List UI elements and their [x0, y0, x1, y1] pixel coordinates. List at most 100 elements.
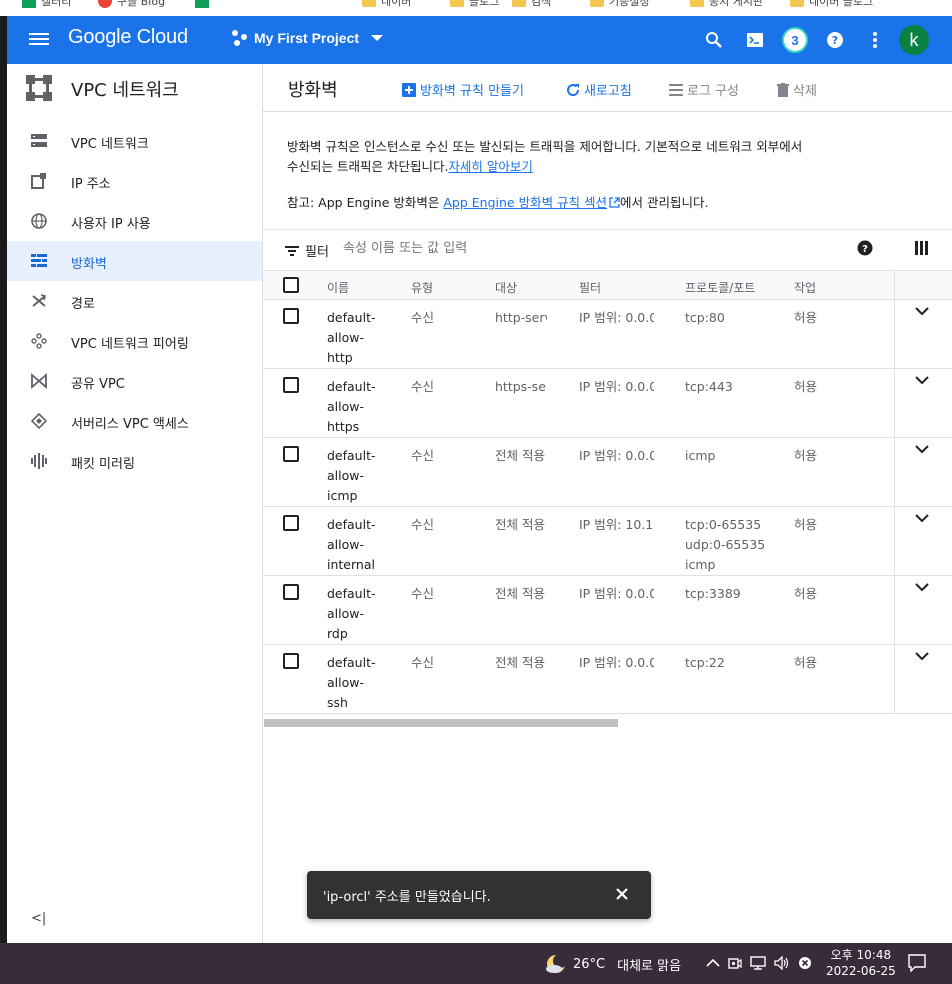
rule-filter: IP 범위: 0.0.0 — [579, 448, 654, 463]
table-row[interactable]: default-allow-internal 수신 전체 적용 IP 범위: 1… — [263, 507, 952, 576]
menu-icon[interactable] — [29, 30, 49, 50]
avatar[interactable]: k — [899, 25, 929, 55]
network-icon[interactable] — [750, 956, 766, 970]
bookmark-item[interactable]: 갤러리 — [22, 0, 71, 8]
volume-icon[interactable] — [774, 956, 790, 970]
sidebar-item-vpc-network[interactable]: VPC 네트워크 — [7, 121, 262, 161]
scrollbar-thumb[interactable] — [264, 719, 618, 727]
chevron-down-icon[interactable] — [915, 306, 929, 316]
filter-bar: 필터 ? — [263, 229, 952, 269]
delete-button[interactable]: 삭제 — [777, 80, 817, 99]
chevron-down-icon[interactable] — [915, 651, 929, 661]
collapse-sidebar-button[interactable]: <| — [31, 911, 46, 926]
column-divider — [894, 300, 895, 368]
bookmark-item[interactable] — [195, 0, 214, 8]
horizontal-scrollbar[interactable] — [263, 718, 952, 728]
row-checkbox[interactable] — [283, 377, 299, 393]
filter-button[interactable]: 필터 — [285, 241, 329, 260]
rule-name[interactable]: default-allow-https — [327, 377, 407, 437]
project-selector[interactable]: My First Project — [232, 30, 384, 46]
column-header-protocol-ports[interactable]: 프로토콜/포트 — [685, 279, 755, 296]
bookmark-icon — [98, 0, 112, 8]
app-engine-firewall-link[interactable]: App Engine 방화벽 규칙 섹션 — [443, 195, 607, 210]
create-firewall-rule-button[interactable]: 방화벽 규칙 만들기 — [402, 80, 524, 99]
notifications-badge[interactable]: 3 — [782, 27, 808, 53]
bookmark-item[interactable]: 공지 게시판 — [690, 0, 763, 8]
sidebar-item-peering[interactable]: VPC 네트워크 피어링 — [7, 321, 262, 361]
table-row[interactable]: default-allow-icmp 수신 전체 적용 IP 범위: 0.0.0… — [263, 438, 952, 507]
rule-ports: icmp — [685, 448, 716, 463]
select-all-checkbox[interactable] — [283, 277, 299, 293]
sidebar-item-packet-mirroring[interactable]: 패킷 미러링 — [7, 441, 262, 481]
rule-name[interactable]: default-allow-rdp — [327, 584, 407, 644]
sidebar-header: VPC 네트워크 — [7, 64, 262, 112]
row-checkbox[interactable] — [283, 584, 299, 600]
row-checkbox[interactable] — [283, 653, 299, 669]
sidebar: VPC 네트워크 VPC 네트워크 IP 주소 사용자 IP 사용 방화벽 경로… — [7, 64, 263, 943]
sidebar-item-ip-address[interactable]: IP 주소 — [7, 161, 262, 201]
column-header-name[interactable]: 이름 — [327, 279, 349, 296]
weather-condition: 대체로 맑음 — [617, 958, 682, 974]
sidebar-item-shared-vpc[interactable]: 공유 VPC — [7, 361, 262, 401]
rule-target: 전체 적용 — [495, 655, 545, 670]
chevron-down-icon[interactable] — [915, 444, 929, 454]
bookmark-item[interactable]: 기능설정 — [590, 0, 649, 8]
sidebar-item-firewall[interactable]: 방화벽 — [7, 241, 262, 281]
sidebar-item-label: 방화벽 — [71, 257, 107, 272]
rule-name[interactable]: default-allow-ssh — [327, 653, 407, 713]
close-icon[interactable] — [613, 885, 631, 903]
table-row[interactable]: default-allow-http 수신 http-serv IP 범위: 0… — [263, 300, 952, 369]
column-display-icon[interactable] — [915, 241, 929, 255]
ime-icon[interactable] — [798, 956, 812, 970]
svg-text:?: ? — [862, 244, 868, 255]
weather-widget[interactable]: 26°C 대체로 맑음 — [545, 953, 681, 975]
google-cloud-logo[interactable]: Google Cloud — [68, 26, 188, 49]
sidebar-item-routes[interactable]: 경로 — [7, 281, 262, 321]
search-icon[interactable] — [702, 28, 726, 52]
toast-message: 'ip-orcl' 주소를 만들었습니다. — [323, 890, 491, 905]
bookmark-item[interactable]: 네이버 — [362, 0, 411, 8]
more-vert-icon[interactable] — [863, 28, 887, 52]
configure-logs-button[interactable]: 로그 구성 — [669, 80, 739, 99]
rule-filter: IP 범위: 10.1 — [579, 517, 654, 532]
column-header-type[interactable]: 유형 — [411, 279, 433, 296]
row-checkbox[interactable] — [283, 446, 299, 462]
chevron-down-icon[interactable] — [915, 375, 929, 385]
rule-target: 전체 적용 — [495, 448, 545, 463]
sidebar-item-label: 공유 VPC — [71, 377, 125, 392]
row-checkbox[interactable] — [283, 515, 299, 531]
bookmark-item[interactable]: 구글 Blog — [98, 0, 165, 8]
table-row[interactable]: default-allow-ssh 수신 전체 적용 IP 범위: 0.0.0 … — [263, 645, 952, 714]
bookmark-item[interactable]: 검색 — [512, 0, 551, 8]
bookmark-item[interactable]: 블로그 — [450, 0, 499, 8]
meet-now-icon[interactable] — [728, 955, 742, 971]
refresh-button[interactable]: 새로고침 — [566, 80, 632, 99]
chevron-up-icon[interactable] — [706, 958, 720, 968]
filter-input[interactable] — [343, 241, 743, 256]
help-icon[interactable]: ? — [823, 28, 847, 52]
rule-name[interactable]: default-allow-internal — [327, 515, 407, 575]
row-checkbox[interactable] — [283, 308, 299, 324]
sidebar-item-serverless-vpc[interactable]: 서버리스 VPC 액세스 — [7, 401, 262, 441]
sidebar-item-custom-ip[interactable]: 사용자 IP 사용 — [7, 201, 262, 241]
learn-more-link[interactable]: 자세히 알아보기 — [448, 159, 532, 174]
project-icon — [232, 30, 248, 46]
column-header-action[interactable]: 작업 — [794, 279, 816, 296]
help-icon[interactable]: ? — [857, 240, 873, 256]
chevron-down-icon[interactable] — [915, 582, 929, 592]
rule-type: 수신 — [411, 310, 435, 325]
cloud-shell-icon[interactable] — [743, 28, 767, 52]
rule-action: 허용 — [794, 310, 818, 325]
chevron-down-icon[interactable] — [915, 513, 929, 523]
notification-center-icon[interactable] — [908, 954, 926, 972]
rule-action: 허용 — [794, 517, 818, 532]
rule-name[interactable]: default-allow-icmp — [327, 446, 407, 506]
clock[interactable]: 오후 10:48 2022-06-25 — [826, 947, 896, 979]
column-header-filter[interactable]: 필터 — [579, 279, 601, 296]
table-row[interactable]: default-allow-https 수신 https-ser IP 범위: … — [263, 369, 952, 438]
rule-name[interactable]: default-allow-http — [327, 308, 407, 368]
column-header-target[interactable]: 대상 — [495, 279, 517, 296]
table-row[interactable]: default-allow-rdp 수신 전체 적용 IP 범위: 0.0.0 … — [263, 576, 952, 645]
column-divider — [894, 507, 895, 575]
bookmark-item[interactable]: 네이버 블로그 — [790, 0, 873, 8]
